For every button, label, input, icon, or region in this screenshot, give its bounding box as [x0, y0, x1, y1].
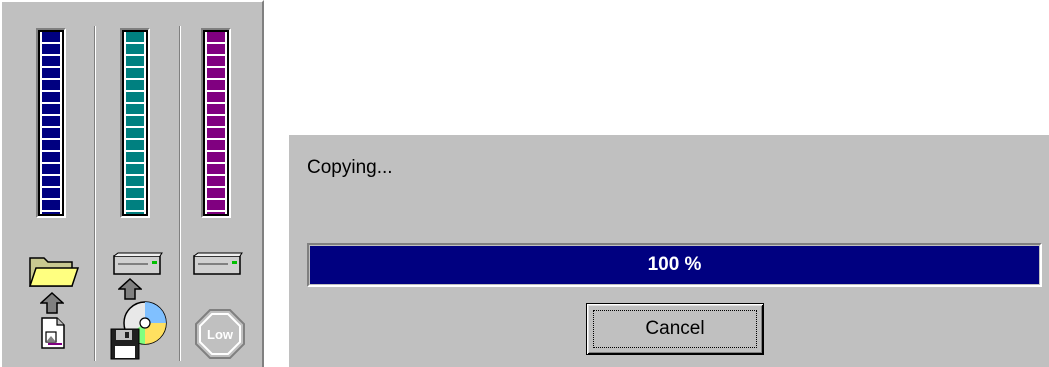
copy-progress-dialog: Copying... 100 % Cancel [287, 133, 1049, 367]
up-arrow-icon [118, 278, 142, 300]
cancel-button[interactable]: Cancel [586, 303, 764, 355]
low-resources-sign-icon: Low [195, 309, 245, 359]
document-icon [41, 317, 65, 349]
meter-divider [94, 26, 96, 361]
hard-drive-icon [113, 252, 163, 275]
gdi-resource-meter [201, 28, 231, 218]
up-arrow-icon [40, 292, 64, 314]
status-text: Copying... [307, 157, 393, 178]
system-resource-meter [36, 28, 66, 218]
progress-percent-label: 100 % [647, 254, 702, 275]
meter-divider [179, 26, 181, 361]
copy-progress-bar: 100 % [307, 243, 1042, 287]
hard-drive-icon [193, 252, 243, 275]
folder-icon [28, 257, 80, 287]
resource-meter-panel: Low [0, 0, 264, 367]
floppy-disk-icon [110, 328, 140, 360]
gdi-meter-fill [205, 32, 227, 214]
user-resource-meter [120, 28, 150, 218]
system-meter-fill [40, 32, 62, 214]
low-sign-label: Low [207, 327, 234, 342]
user-meter-fill [124, 32, 146, 214]
cancel-button-label: Cancel [593, 310, 757, 348]
